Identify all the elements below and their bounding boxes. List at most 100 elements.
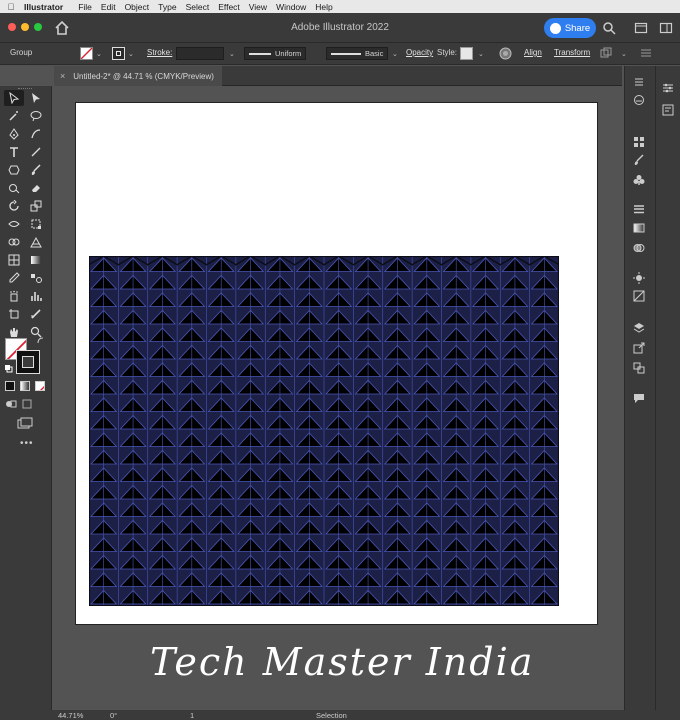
gradient-tool-icon[interactable] bbox=[30, 254, 42, 266]
appearance-icon[interactable] bbox=[633, 272, 645, 284]
perspective-grid-tool-icon[interactable] bbox=[30, 236, 42, 248]
transform-panel-link[interactable]: Transform bbox=[554, 48, 590, 57]
direct-selection-tool-icon[interactable] bbox=[30, 92, 42, 104]
pen-tool-icon[interactable] bbox=[8, 128, 20, 140]
swap-fill-stroke-icon[interactable] bbox=[36, 336, 45, 345]
menu-type[interactable]: Type bbox=[158, 2, 183, 12]
polygon-tool-icon[interactable] bbox=[8, 164, 20, 176]
gradient-panel-icon[interactable] bbox=[633, 222, 645, 234]
change-screen-mode-icon[interactable] bbox=[17, 417, 33, 429]
layers-icon[interactable] bbox=[633, 322, 645, 334]
properties-icon[interactable] bbox=[633, 76, 645, 88]
slice-tool-icon[interactable] bbox=[30, 308, 42, 320]
zoom-level[interactable]: 44.71% bbox=[58, 711, 83, 720]
adjustments-icon[interactable] bbox=[662, 82, 674, 94]
close-tab-icon[interactable]: × bbox=[60, 71, 65, 81]
eyedropper-tool-icon[interactable] bbox=[8, 272, 20, 284]
shaper-tool-icon[interactable] bbox=[8, 182, 20, 194]
workspace-switcher-icon[interactable] bbox=[659, 21, 673, 35]
blend-tool-icon[interactable] bbox=[30, 272, 42, 284]
menu-file[interactable]: File bbox=[78, 2, 99, 12]
control-bar-menu-icon[interactable] bbox=[640, 48, 652, 58]
symbols-icon[interactable] bbox=[633, 174, 645, 186]
profile-label: Uniform bbox=[275, 49, 302, 58]
column-graph-tool-icon[interactable] bbox=[30, 290, 42, 302]
transparency-icon[interactable] bbox=[633, 242, 645, 254]
menu-window[interactable]: Window bbox=[276, 2, 313, 12]
menu-view[interactable]: View bbox=[249, 2, 274, 12]
style-chevron-icon[interactable]: ⌄ bbox=[478, 50, 484, 58]
graphic-styles-icon[interactable] bbox=[633, 290, 645, 302]
swatches-icon[interactable] bbox=[633, 136, 645, 148]
stroke-weight-field[interactable] bbox=[176, 47, 224, 60]
paintbrush-tool-icon[interactable] bbox=[30, 164, 42, 176]
artboard-tool-icon[interactable] bbox=[8, 308, 20, 320]
stroke-panel-link[interactable]: Stroke: bbox=[147, 48, 172, 57]
more-options-chevron-icon[interactable]: ⌄ bbox=[621, 50, 627, 58]
align-panel-link[interactable]: Align bbox=[524, 48, 542, 57]
curvature-tool-icon[interactable] bbox=[30, 128, 42, 140]
artboard-number[interactable]: 1 bbox=[190, 711, 194, 720]
width-tool-icon[interactable] bbox=[8, 218, 20, 230]
dock-column-divider bbox=[655, 66, 656, 720]
opacity-panel-link[interactable]: Opacity bbox=[406, 48, 433, 57]
line-segment-tool-icon[interactable] bbox=[30, 146, 42, 158]
menu-app-name[interactable]: Illustrator bbox=[24, 2, 70, 12]
isolate-group-icon[interactable] bbox=[600, 47, 612, 59]
menu-select[interactable]: Select bbox=[186, 2, 217, 12]
gradient-mode-button[interactable] bbox=[20, 381, 30, 391]
hexagon-pattern-artwork[interactable] bbox=[89, 256, 559, 606]
brush-chevron-icon[interactable]: ⌄ bbox=[392, 50, 398, 58]
mesh-tool-icon[interactable] bbox=[8, 254, 20, 266]
eraser-tool-icon[interactable] bbox=[30, 182, 42, 194]
tools-panel: ••• bbox=[0, 86, 52, 720]
selection-tool-icon[interactable] bbox=[8, 92, 20, 104]
shape-builder-tool-icon[interactable] bbox=[8, 236, 20, 248]
comments-icon[interactable] bbox=[633, 392, 645, 404]
stroke-weight-chevron-icon[interactable]: ⌄ bbox=[229, 50, 235, 58]
selection-type-label: Group bbox=[10, 48, 33, 57]
arrange-documents-icon[interactable] bbox=[634, 21, 648, 35]
menu-help[interactable]: Help bbox=[315, 2, 339, 12]
style-label: Style: bbox=[437, 48, 458, 57]
menu-edit[interactable]: Edit bbox=[101, 2, 123, 12]
scale-tool-icon[interactable] bbox=[30, 200, 42, 212]
rotate-view-angle[interactable]: 0° bbox=[110, 711, 117, 720]
status-mode: Selection bbox=[316, 711, 347, 720]
edit-toolbar-icon[interactable]: ••• bbox=[20, 438, 34, 449]
artboards-panel-icon[interactable] bbox=[633, 362, 645, 374]
default-fill-stroke-icon[interactable] bbox=[4, 364, 13, 373]
brush-definition-dropdown[interactable]: Basic bbox=[326, 47, 388, 60]
recolor-artwork-icon[interactable] bbox=[499, 47, 512, 60]
brushes-icon[interactable] bbox=[633, 154, 645, 166]
stroke-dropdown-chevron-icon[interactable]: ⌄ bbox=[128, 50, 134, 58]
none-mode-button[interactable] bbox=[35, 381, 45, 391]
color-mode-button[interactable] bbox=[5, 381, 15, 391]
free-transform-tool-icon[interactable] bbox=[30, 218, 42, 230]
fill-swatch[interactable] bbox=[80, 47, 93, 60]
stroke-panel-icon[interactable] bbox=[633, 204, 645, 216]
stroke-swatch[interactable] bbox=[112, 47, 125, 60]
magic-wand-tool-icon[interactable] bbox=[8, 110, 20, 122]
draw-behind-icon[interactable] bbox=[22, 399, 34, 409]
rotate-tool-icon[interactable] bbox=[8, 200, 20, 212]
symbol-sprayer-tool-icon[interactable] bbox=[8, 290, 20, 302]
fill-dropdown-chevron-icon[interactable]: ⌄ bbox=[96, 50, 102, 58]
document-tab[interactable]: × Untitled-2* @ 44.71 % (CMYK/Preview) bbox=[54, 66, 222, 86]
lasso-tool-icon[interactable] bbox=[30, 110, 42, 122]
menu-object[interactable]: Object bbox=[125, 2, 157, 12]
share-button[interactable]: Share bbox=[544, 18, 596, 38]
learn-panel-icon[interactable] bbox=[662, 104, 674, 116]
stroke-color-box[interactable] bbox=[16, 350, 40, 374]
libraries-icon[interactable] bbox=[633, 94, 645, 106]
menu-effect[interactable]: Effect bbox=[218, 2, 247, 12]
search-icon[interactable] bbox=[602, 21, 616, 35]
variable-width-profile-dropdown[interactable]: Uniform bbox=[244, 47, 306, 60]
apple-icon[interactable]:  bbox=[0, 2, 22, 12]
canvas-area[interactable] bbox=[54, 86, 673, 710]
hand-tool-icon[interactable] bbox=[8, 326, 20, 338]
type-tool-icon[interactable] bbox=[8, 146, 20, 158]
asset-export-icon[interactable] bbox=[633, 342, 645, 354]
graphic-style-swatch[interactable] bbox=[460, 47, 473, 60]
draw-normal-icon[interactable] bbox=[5, 399, 17, 409]
